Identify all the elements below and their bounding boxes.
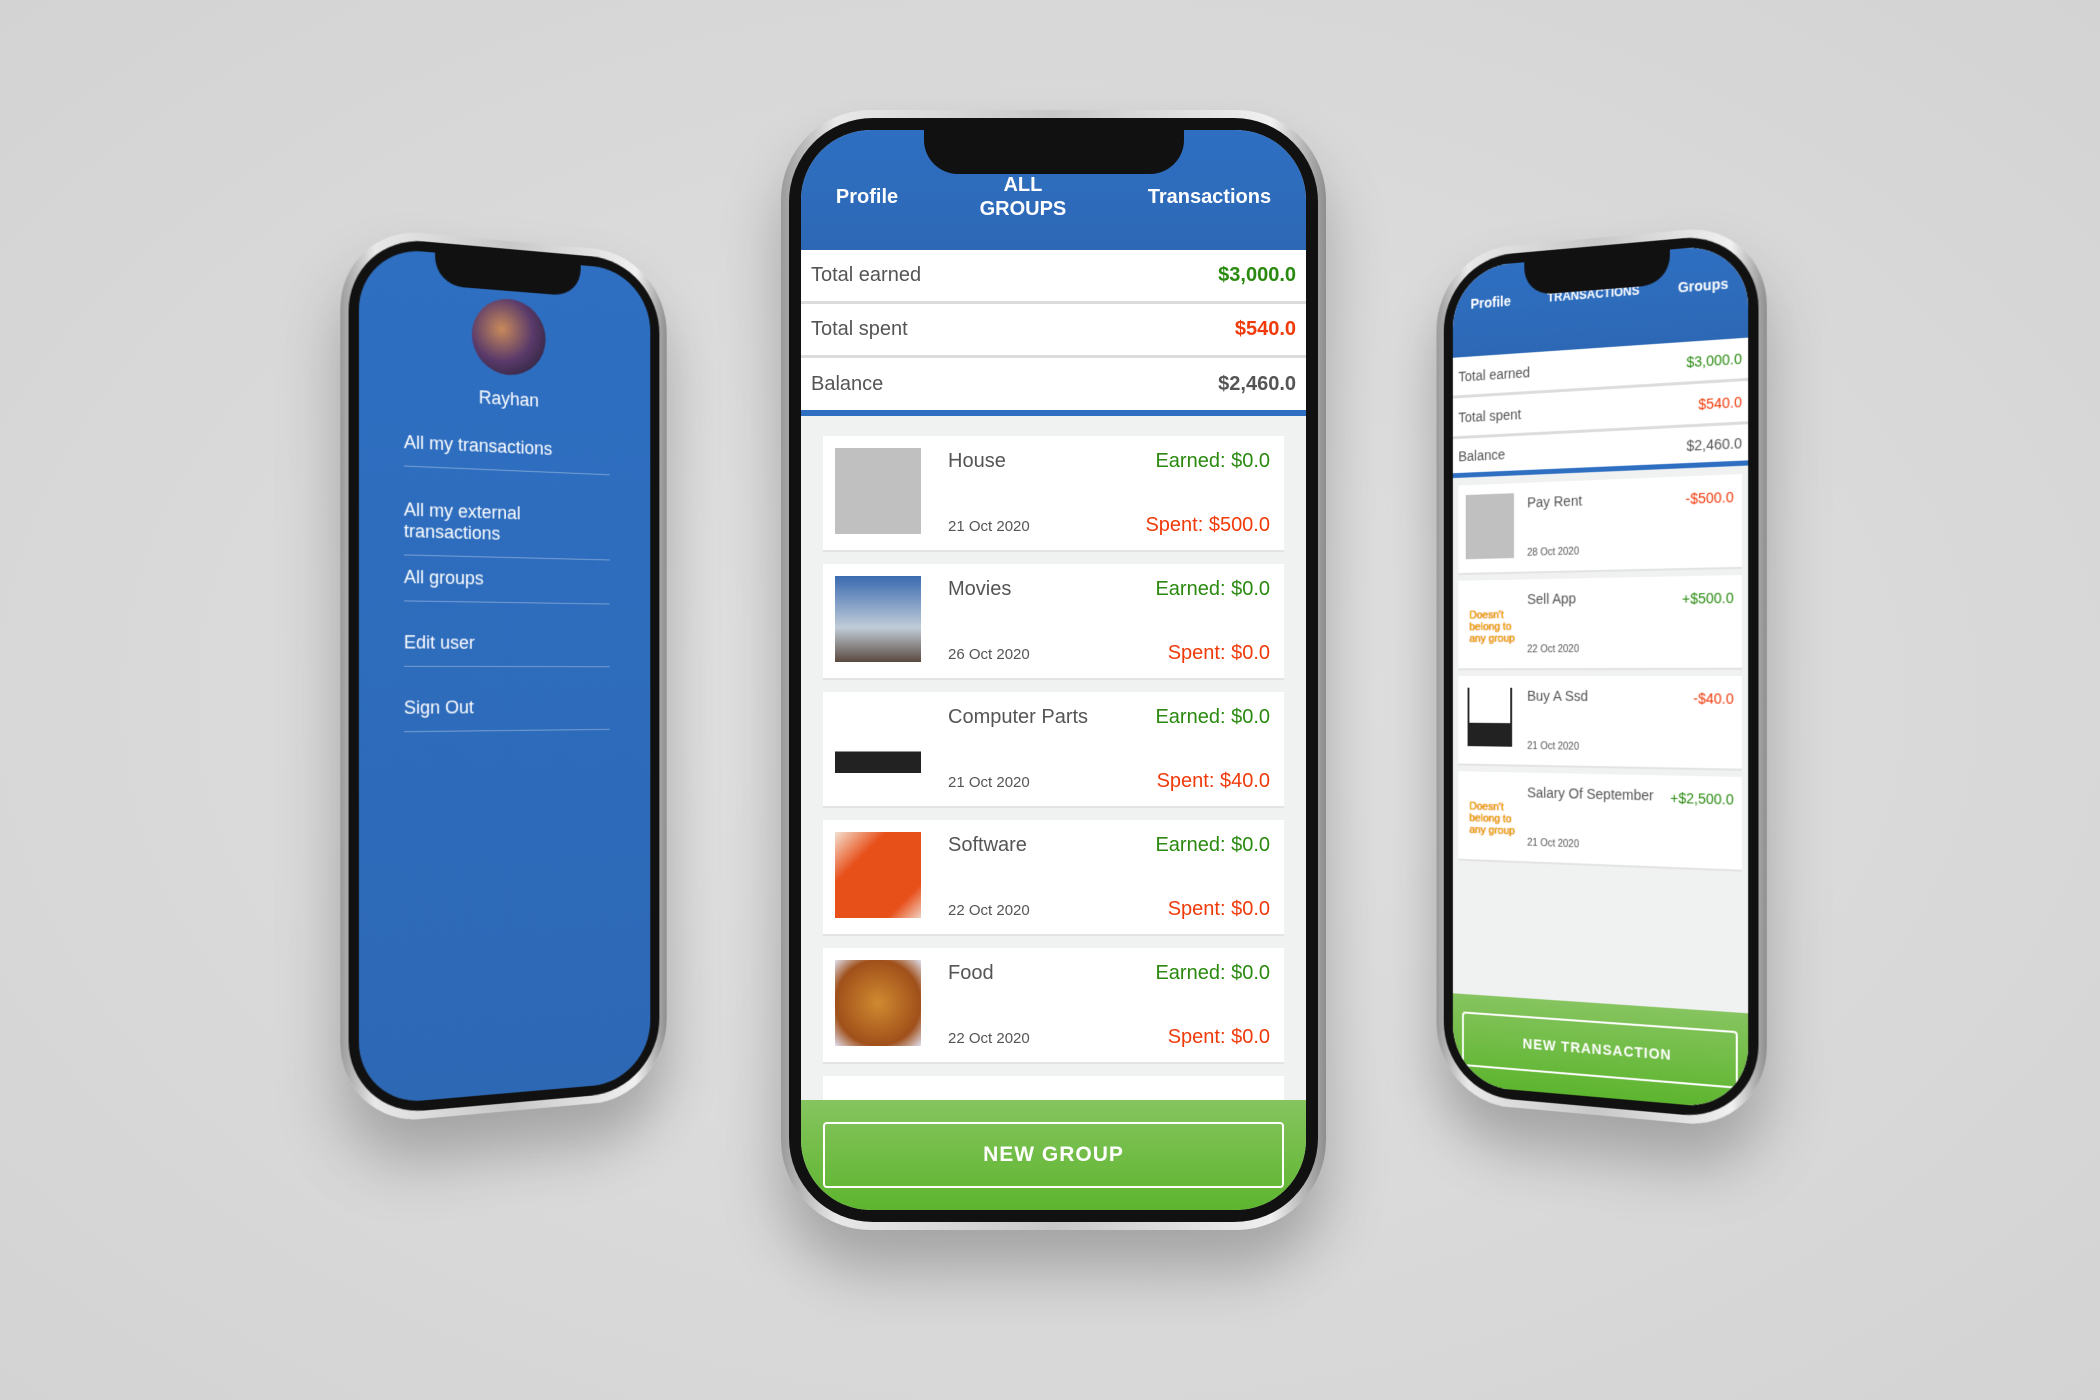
no-group-label: Doesn't belong to any group <box>1469 800 1515 838</box>
placeholder-image-icon <box>1465 493 1514 560</box>
group-card[interactable]: House 21 Oct 2020 Earned: $0.0 Spent: $5… <box>823 436 1284 552</box>
total-earned-row: Total earned $3,000.0 <box>801 250 1306 304</box>
menu-all-my-transactions[interactable]: All my transactions <box>403 431 610 476</box>
transaction-row[interactable]: Pay Rent 28 Oct 2020 -$500.0 <box>1458 474 1742 575</box>
tab-transactions[interactable]: Transactions <box>1148 186 1271 209</box>
no-group-label: Doesn't belong to any group <box>1469 609 1515 645</box>
menu-all-my-external-transactions[interactable]: All my external transactions <box>403 499 610 561</box>
fried-chicken-photo-icon <box>835 960 921 1046</box>
group-card[interactable]: Food 22 Oct 2020 Earned: $0.0 Spent: $0.… <box>823 948 1284 1064</box>
total-spent-row: Total spent $540.0 <box>801 304 1306 358</box>
transactions-screen: Profile TRANSACTIONS Groups Total earned… <box>1452 242 1749 1111</box>
tab-all-groups[interactable]: ALL GROUPS <box>968 173 1078 221</box>
transaction-row[interactable]: Doesn't belong to any group Sell App 22 … <box>1458 575 1742 671</box>
tab-profile[interactable]: Profile <box>836 186 898 209</box>
header: Profile ALL GROUPS Transactions <box>801 130 1306 250</box>
group-card[interactable]: Software 22 Oct 2020 Earned: $0.0 Spent:… <box>823 820 1284 936</box>
tab-profile[interactable]: Profile <box>1471 293 1511 312</box>
user-name: Rayhan <box>478 387 539 411</box>
left-phone: Rayhan All my transactions All my extern… <box>340 225 667 1127</box>
rocket-photo-icon <box>835 576 921 662</box>
right-phone: Profile TRANSACTIONS Groups Total earned… <box>1436 222 1767 1131</box>
center-phone: Profile ALL GROUPS Transactions Total ea… <box>781 110 1326 1230</box>
bottom-bar: NEW GROUP <box>801 1100 1306 1210</box>
group-card[interactable]: Computer Parts 21 Oct 2020 Earned: $0.0 … <box>823 692 1284 808</box>
orange-package-photo-icon <box>835 832 921 918</box>
group-card[interactable]: Movies 26 Oct 2020 Earned: $0.0 Spent: $… <box>823 564 1284 680</box>
new-transaction-button[interactable]: NEW TRANSACTION <box>1462 1011 1738 1089</box>
transaction-row[interactable]: Buy A Ssd 21 Oct 2020 -$40.0 <box>1458 675 1742 771</box>
balance-row: Balance $2,460.0 <box>801 358 1306 416</box>
notch <box>923 130 1184 174</box>
transaction-row[interactable]: Doesn't belong to any group Salary Of Se… <box>1458 771 1742 872</box>
menu-edit-user[interactable]: Edit user <box>403 632 610 668</box>
placeholder-image-icon <box>835 448 921 534</box>
profile-screen: Rayhan All my transactions All my extern… <box>358 245 651 1107</box>
groups-screen: Profile ALL GROUPS Transactions Total ea… <box>801 130 1306 1210</box>
menu-sign-out[interactable]: Sign Out <box>403 696 610 733</box>
menu-all-groups[interactable]: All groups <box>403 566 610 605</box>
new-group-button[interactable]: NEW GROUP <box>823 1122 1284 1188</box>
avatar[interactable] <box>471 296 546 378</box>
tab-groups[interactable]: Groups <box>1678 275 1728 295</box>
router-image <box>1467 687 1513 747</box>
router-photo-icon <box>835 704 921 790</box>
